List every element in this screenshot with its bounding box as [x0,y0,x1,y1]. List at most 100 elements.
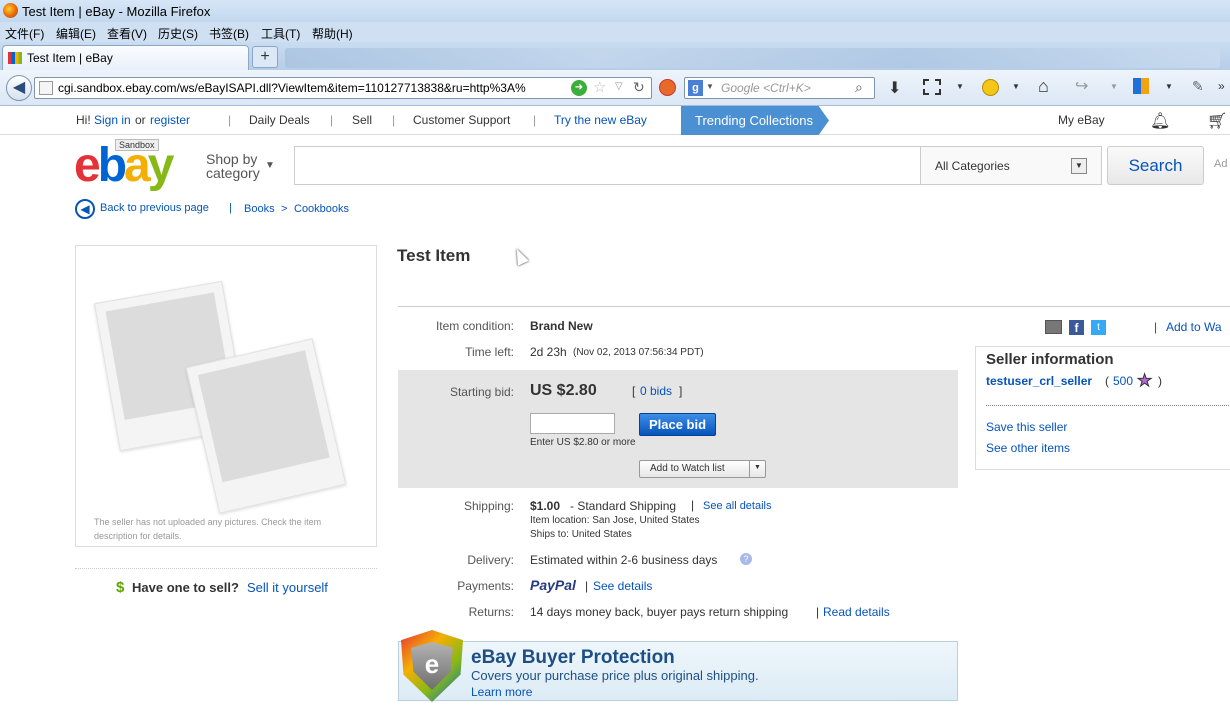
bid-amount-input[interactable] [530,413,615,434]
download-icon[interactable]: ⬇ [888,78,901,98]
new-tab-button[interactable]: + [252,46,278,68]
starting-bid-value: US $2.80 [530,382,597,399]
see-all-details-link[interactable]: See all details [703,500,772,512]
ebay-logo[interactable]: Sandbox ebay [74,139,194,191]
ships-to: Ships to: United States [530,529,632,540]
or-text: or [135,113,146,127]
sell-it-yourself-link[interactable]: Sell it yourself [247,580,328,595]
blurred-tabs [285,48,1220,68]
go-icon[interactable]: ➜ [571,80,587,96]
customer-support-link[interactable]: Customer Support [413,113,510,127]
back-button[interactable]: ◀ [6,75,32,101]
bookmark-star-icon[interactable]: ☆ [593,78,606,96]
picture-panel: The seller has not uploaded any pictures… [75,245,377,547]
overflow-icon[interactable]: » [1218,79,1225,93]
register-link[interactable]: register [150,113,190,127]
apps-icon[interactable] [1133,78,1149,94]
buyer-protection-banner[interactable]: e eBay Buyer Protection Covers your purc… [398,630,958,702]
toolbar-dropdown-icon[interactable]: ▼ [1012,82,1020,91]
watch-list-label: Add to Watch list [650,463,725,474]
menu-help[interactable]: 帮助(H) [312,25,353,42]
item-title: Test Item [397,246,471,265]
category-select[interactable]: All Categories ▼ [920,146,1102,185]
place-bid-button[interactable]: Place bid [639,413,716,436]
returns-label: Returns: [468,605,514,619]
ebay-top-nav: Hi! Sign in or register | Daily Deals | … [0,106,1230,135]
read-details-link[interactable]: Read details [823,605,890,619]
shipping-divider: | [691,498,695,512]
breadcrumb-cookbooks[interactable]: Cookbooks [294,203,349,215]
watch-list-button[interactable]: Add to Watch list ▼ [639,460,766,478]
back-to-previous-link[interactable]: Back to previous page [100,202,209,214]
see-details-link[interactable]: See details [593,579,652,593]
menu-file[interactable]: 文件(F) [5,25,44,42]
shop-by-category[interactable]: Shop by category [206,152,260,180]
email-icon[interactable] [1045,320,1062,334]
have-one-to-sell: Have one to sell? [132,580,239,595]
cart-icon[interactable]: 🛒︎ [1207,111,1227,131]
back-circle-icon[interactable]: ◀ [75,199,95,219]
shop-category-chevron-icon[interactable]: ▼ [265,160,275,171]
dropdown-icon[interactable]: ▽ [615,81,623,92]
add-to-watch-link[interactable]: Add to Wa [1166,320,1222,334]
nav-divider: | [533,113,537,127]
search-input[interactable]: Google <Ctrl+K> [721,81,811,95]
feedback-score-link[interactable]: 500 [1113,374,1133,388]
search-input-field[interactable] [294,146,921,185]
magnifier-icon[interactable]: ⌕ [855,79,863,96]
seller-panel: Seller information testuser_crl_seller (… [975,346,1230,470]
shield-icon: e [401,630,463,702]
buyer-protection-title: eBay Buyer Protection [471,647,675,668]
screenshot-icon[interactable] [923,79,941,95]
extension-icon[interactable]: ✎ [1192,78,1204,95]
my-ebay-link[interactable]: My eBay [1058,113,1105,127]
other-items-link[interactable]: See other items [986,441,1070,455]
daily-deals-link[interactable]: Daily Deals [249,113,310,127]
sell-link[interactable]: Sell [352,113,372,127]
menu-bookmarks[interactable]: 书签(B) [209,25,249,42]
url-bar[interactable]: cgi.sandbox.ebay.com/ws/eBayISAPI.dll?Vi… [34,77,652,99]
sign-in-link[interactable]: Sign in [94,113,131,127]
addon-icon[interactable] [659,79,676,96]
toolbar-dropdown-icon[interactable]: ▼ [956,82,964,91]
menu-tools[interactable]: 工具(T) [261,25,300,42]
home-icon[interactable]: ⌂ [1038,76,1049,97]
watch-dropdown-icon[interactable]: ▼ [754,464,761,471]
bid-area: Starting bid: US $2.80 [ 0 bids ] Place … [398,370,958,488]
toolbar-dropdown-icon[interactable]: ▼ [1165,82,1173,91]
learn-more-link[interactable]: Learn more [471,685,532,699]
search-engine-dropdown-icon[interactable]: ▼ [706,82,714,91]
advanced-link[interactable]: Ad [1214,158,1227,170]
tab-active[interactable]: Test Item | eBay [2,45,249,70]
search-button[interactable]: Search [1107,146,1204,185]
toolbar-dropdown-icon[interactable]: ▼ [1110,82,1118,91]
back-arrow-icon: ◀ [12,79,26,96]
breadcrumb-separator: | [229,202,232,214]
google-icon[interactable]: g [688,80,703,96]
category-text: category [206,165,260,181]
smiley-icon[interactable] [982,79,999,96]
nav-toolbar: ◀ cgi.sandbox.ebay.com/ws/eBayISAPI.dll?… [0,70,1230,106]
time-end-value: (Nov 02, 2013 07:56:34 PDT) [573,347,704,358]
site-identity-icon[interactable] [39,81,53,95]
bids-link[interactable]: 0 bids [640,384,672,398]
facebook-icon[interactable]: f [1069,320,1084,335]
twitter-icon[interactable]: t [1091,320,1106,335]
shipping-cost: $1.00 [530,499,561,513]
search-bar[interactable]: g ▼ Google <Ctrl+K> ⌕ [684,77,875,99]
seller-name-link[interactable]: testuser_crl_seller [986,374,1092,388]
info-icon[interactable]: ? [740,553,752,565]
reload-icon[interactable]: ↻ [633,79,645,96]
save-seller-link[interactable]: Save this seller [986,420,1067,434]
bell-icon[interactable]: 🔔︎ [1150,111,1170,131]
menu-view[interactable]: 查看(V) [107,25,147,42]
photo-placeholder-front [185,338,347,514]
breadcrumb-books[interactable]: Books [244,203,275,215]
condition-label: Item condition: [435,319,514,333]
returns-divider: | [816,605,820,619]
try-new-ebay-link[interactable]: Try the new eBay [554,113,647,127]
trending-collections-button[interactable]: Trending Collections [681,106,829,135]
share-icon[interactable]: ↪ [1075,76,1088,96]
menu-history[interactable]: 历史(S) [158,25,198,42]
menu-edit[interactable]: 编辑(E) [56,25,96,42]
